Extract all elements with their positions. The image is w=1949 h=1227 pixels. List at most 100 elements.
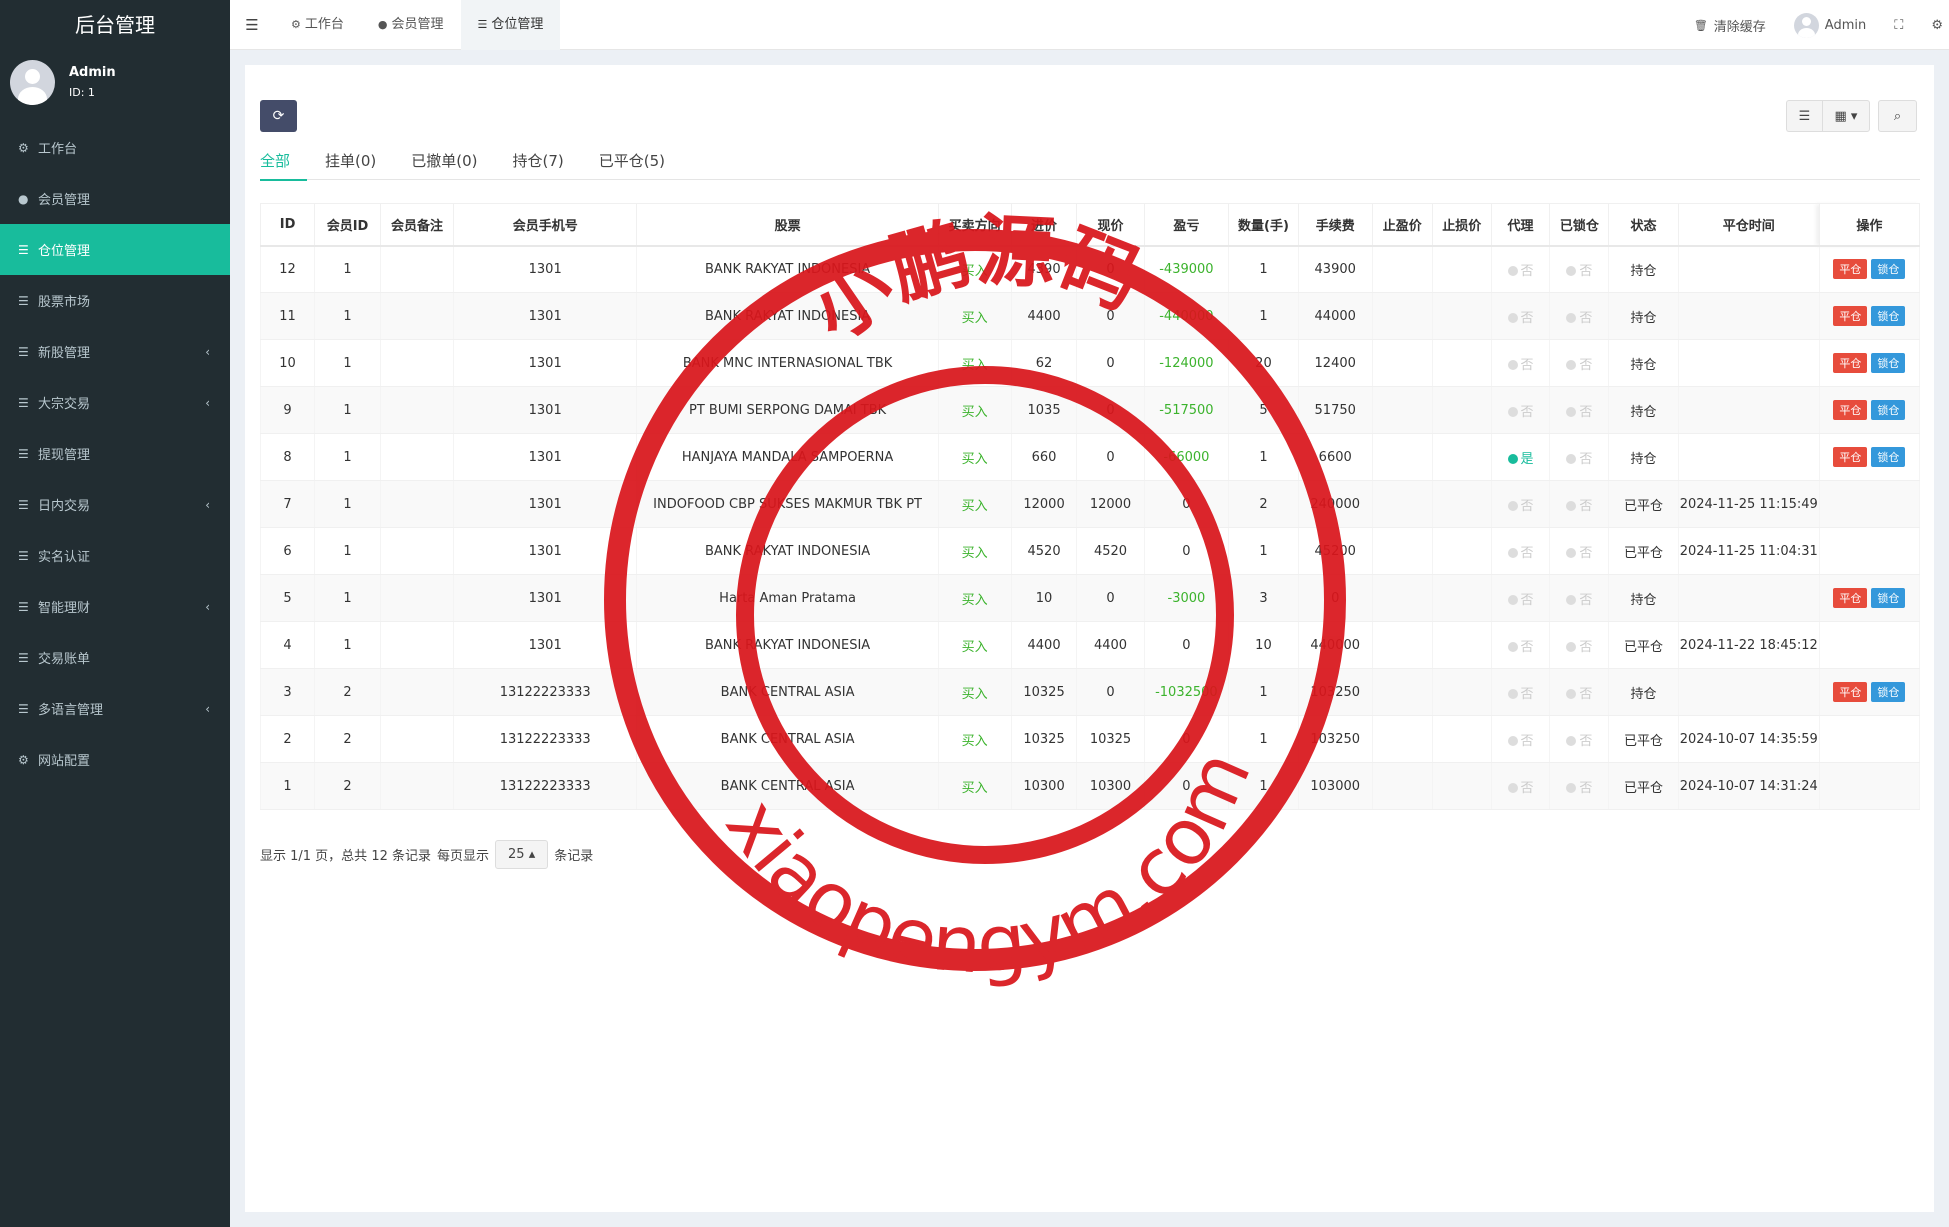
page-size-dropdown[interactable]: 25 ▴ (495, 840, 549, 869)
column-header[interactable]: 数量(手) (1228, 203, 1299, 247)
tab-0[interactable]: ⚙ 工作台 (274, 0, 361, 50)
tab-1[interactable]: ● 会员管理 (361, 0, 461, 50)
column-header[interactable]: 盈亏 (1143, 203, 1230, 247)
close-position-button[interactable]: 平仓 (1833, 353, 1868, 373)
lock-position-button[interactable]: 锁仓 (1871, 400, 1906, 420)
cell-locked[interactable]: 否 (1549, 339, 1610, 387)
cell-agent[interactable]: 否 (1490, 762, 1551, 810)
close-position-button[interactable]: 平仓 (1833, 447, 1868, 467)
cell-agent[interactable]: 否 (1490, 339, 1551, 387)
lock-position-button[interactable]: 锁仓 (1871, 682, 1906, 702)
sidebar-item-4[interactable]: ☰ 新股管理 ‹ (0, 326, 230, 377)
column-header[interactable]: 平仓时间 (1677, 203, 1820, 247)
cell-locked[interactable]: 否 (1549, 433, 1610, 481)
cell-locked[interactable]: 否 (1549, 715, 1610, 763)
column-header[interactable]: 会员手机号 (452, 203, 638, 247)
cell-locked[interactable]: 否 (1549, 245, 1610, 293)
table-row[interactable]: 8 1 1301 HANJAYA MANDALA SAMPOERNA 买入 660 0 -66… (259, 433, 1921, 481)
lock-position-button[interactable]: 锁仓 (1871, 353, 1906, 373)
table-row[interactable]: 7 1 1301 INDOFOOD CBP SUKSES MAKMUR TBK PT 买… (259, 480, 1921, 528)
sidebar-item-12[interactable]: ⚙ 网站配置 (0, 734, 230, 785)
table-row[interactable]: 12 1 1301 BANK RAKYAT INDONESIA 买入 4390 0 -4390… (259, 245, 1921, 293)
cell-locked[interactable]: 否 (1549, 762, 1610, 810)
table-row[interactable]: 1 2 13122223333 BANK CENTRAL ASIA 买入 10300 103… (259, 762, 1921, 810)
close-position-button[interactable]: 平仓 (1833, 400, 1868, 420)
column-header[interactable]: 会员ID (314, 203, 381, 247)
table-row[interactable]: 5 1 1301 Harta Aman Pratama 买入 10 0 -3000 3 0 否否持仓… (259, 574, 1921, 622)
sidebar-item-1[interactable]: ● 会员管理 (0, 173, 230, 224)
app-title[interactable]: 后台管理 (0, 0, 230, 50)
column-header[interactable]: 买卖方向 (937, 203, 1012, 247)
columns-dropdown-button[interactable]: ▦ ▾ (1822, 100, 1870, 132)
column-header[interactable]: ID (259, 203, 316, 247)
lock-position-button[interactable]: 锁仓 (1871, 588, 1906, 608)
sidebar-item-10[interactable]: ☰ 交易账单 (0, 632, 230, 683)
user-menu[interactable]: Admin (1780, 12, 1880, 38)
column-header[interactable]: 已锁仓 (1549, 203, 1610, 247)
sidebar-item-7[interactable]: ☰ 日内交易 ‹ (0, 479, 230, 530)
table-row[interactable]: 6 1 1301 BANK RAKYAT INDONESIA 买入 4520 4520 0 1 4… (259, 527, 1921, 575)
table-row[interactable]: 2 2 13122223333 BANK CENTRAL ASIA 买入 10325 103… (259, 715, 1921, 763)
clear-cache-button[interactable]: 🗑 清除缓存 (1680, 16, 1780, 35)
cell-locked[interactable]: 否 (1549, 668, 1610, 716)
sidebar-item-0[interactable]: ⚙ 工作台 (0, 122, 230, 173)
table-row[interactable]: 10 1 1301 BANK MNC INTERNASIONAL TBK 买入 62 0 -1… (259, 339, 1921, 387)
sidebar-item-9[interactable]: ☰ 智能理财 ‹ (0, 581, 230, 632)
sidebar-item-5[interactable]: ☰ 大宗交易 ‹ (0, 377, 230, 428)
filter-tab-0[interactable]: 全部 (260, 150, 308, 181)
settings-icon[interactable]: ⚙ (1917, 18, 1949, 33)
fullscreen-icon[interactable]: ⛶ (1880, 18, 1917, 33)
sidebar-item-2[interactable]: ☰ 仓位管理 (0, 224, 230, 275)
menu-toggle-icon[interactable]: ☰ (230, 16, 274, 34)
filter-tab-1[interactable]: 挂单(0) (325, 150, 393, 180)
close-position-button[interactable]: 平仓 (1833, 682, 1868, 702)
close-position-button[interactable]: 平仓 (1833, 259, 1868, 280)
search-button[interactable]: ⌕ (1878, 100, 1917, 132)
sidebar-item-11[interactable]: ☰ 多语言管理 ‹ (0, 683, 230, 734)
table-row[interactable]: 3 2 13122223333 BANK CENTRAL ASIA 买入 10325 0 -1… (259, 668, 1921, 716)
sidebar-item-6[interactable]: ☰ 提现管理 (0, 428, 230, 479)
table-row[interactable]: 9 1 1301 PT BUMI SERPONG DAMAI TBK 买入 1035 0 -5… (259, 386, 1921, 434)
cell-agent[interactable]: 否 (1490, 245, 1551, 293)
column-header[interactable]: 操作 (1818, 203, 1921, 247)
cell-locked[interactable]: 否 (1549, 621, 1610, 669)
cell-agent[interactable]: 否 (1490, 668, 1551, 716)
column-header[interactable]: 现价 (1076, 203, 1145, 247)
cell-locked[interactable]: 否 (1549, 386, 1610, 434)
filter-tab-2[interactable]: 已撤单(0) (411, 150, 494, 180)
column-header[interactable]: 代理 (1490, 203, 1551, 247)
cell-agent[interactable]: 否 (1490, 715, 1551, 763)
close-position-button[interactable]: 平仓 (1833, 306, 1868, 326)
column-header[interactable]: 进价 (1010, 203, 1078, 247)
lock-position-button[interactable]: 锁仓 (1871, 259, 1906, 280)
cell-locked[interactable]: 否 (1549, 574, 1610, 622)
cell-agent[interactable]: 是 (1490, 433, 1551, 481)
column-header[interactable]: 止盈价 (1371, 203, 1433, 247)
cell-agent[interactable]: 否 (1490, 292, 1551, 340)
lock-position-button[interactable]: 锁仓 (1871, 306, 1906, 326)
cell-agent[interactable]: 否 (1490, 386, 1551, 434)
cell-agent[interactable]: 否 (1490, 574, 1551, 622)
cell-agent[interactable]: 否 (1490, 621, 1551, 669)
column-header[interactable]: 股票 (636, 203, 939, 247)
sidebar-item-3[interactable]: ☰ 股票市场 (0, 275, 230, 326)
lock-position-button[interactable]: 锁仓 (1871, 447, 1906, 467)
table-row[interactable]: 4 1 1301 BANK RAKYAT INDONESIA 买入 4400 4400 0 10… (259, 621, 1921, 669)
table-row[interactable]: 11 1 1301 BANK RAKYAT INDONESIA 买入 4400 0 -4400… (259, 292, 1921, 340)
filter-tab-4[interactable]: 已平仓(5) (599, 150, 682, 180)
filter-tab-3[interactable]: 持仓(7) (513, 150, 581, 180)
refresh-button[interactable]: ⟳ (260, 100, 297, 132)
column-header[interactable]: 止损价 (1431, 203, 1492, 247)
cell-agent[interactable]: 否 (1490, 480, 1551, 528)
tab-2[interactable]: ☰ 仓位管理 (460, 0, 561, 50)
toggle-view-button[interactable]: ☰ (1786, 100, 1822, 132)
column-header[interactable]: 会员备注 (379, 203, 454, 247)
cell-locked[interactable]: 否 (1549, 480, 1610, 528)
column-header[interactable]: 手续费 (1297, 203, 1373, 247)
close-position-button[interactable]: 平仓 (1833, 588, 1868, 608)
sidebar-item-8[interactable]: ☰ 实名认证 (0, 530, 230, 581)
cell-locked[interactable]: 否 (1549, 527, 1610, 575)
column-header[interactable]: 状态 (1608, 203, 1679, 247)
cell-locked[interactable]: 否 (1549, 292, 1610, 340)
cell-agent[interactable]: 否 (1490, 527, 1551, 575)
